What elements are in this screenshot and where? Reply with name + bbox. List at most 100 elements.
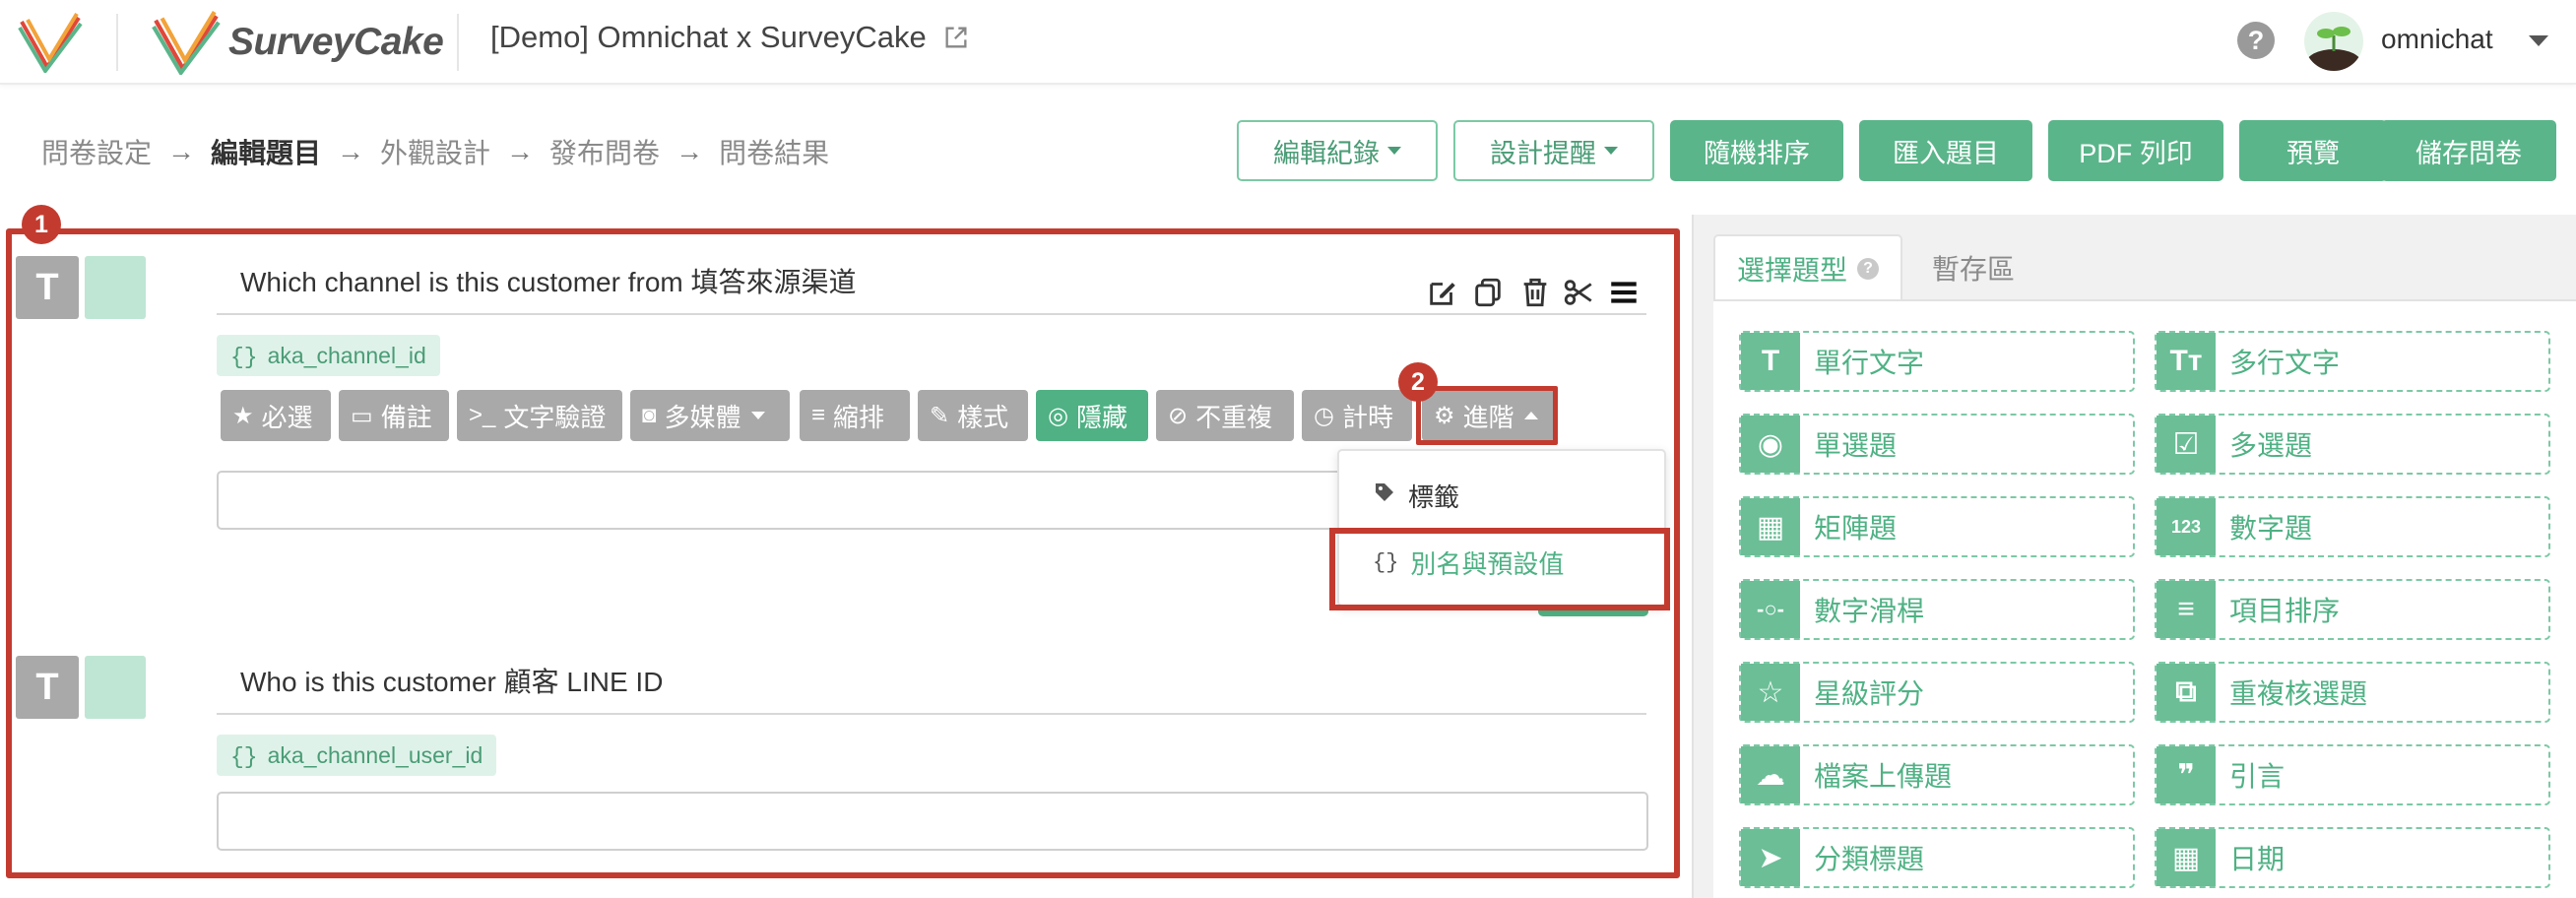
avatar[interactable]	[2304, 12, 2363, 71]
save-survey-button[interactable]: 儲存問卷	[2381, 120, 2556, 181]
validation-toggle[interactable]: >_ 文字驗證	[457, 390, 622, 441]
help-icon[interactable]: ?	[1857, 258, 1879, 280]
menu-item-tag[interactable]: 標籤	[1339, 463, 1664, 528]
type-multiple-choice[interactable]: ☑ 多選題	[2155, 414, 2550, 475]
clock-icon: ◷	[1314, 402, 1334, 429]
type-label: 矩陣題	[1814, 513, 1898, 544]
random-order-button[interactable]: 隨機排序	[1670, 120, 1843, 181]
type-file-upload[interactable]: ☁ 檔案上傳題	[1739, 744, 2135, 805]
type-section-title[interactable]: ➤ 分類標題	[1739, 827, 2135, 888]
step-publish[interactable]: 發布問卷	[549, 132, 660, 171]
menu-icon[interactable]	[1607, 276, 1641, 309]
type-label: 檔案上傳題	[1814, 761, 1953, 792]
question-title[interactable]: Who is this customer 顧客 LINE ID	[217, 658, 1646, 715]
sitemap-icon: ⧉	[2157, 664, 2216, 721]
question-title-text: Who is this customer 顧客 LINE ID	[240, 667, 664, 697]
type-label: 星級評分	[1814, 678, 1925, 709]
tab-storage[interactable]: 暫存區	[1910, 234, 2036, 301]
question-number-box[interactable]	[85, 256, 146, 319]
media-dropdown[interactable]: ◙ 多媒體	[630, 390, 790, 441]
type-ranking[interactable]: ≡ 項目排序	[2155, 579, 2550, 640]
type-label: 多行文字	[2229, 348, 2341, 378]
chevron-tag-icon: ➤	[1741, 829, 1800, 886]
hide-toggle[interactable]: ◎ 隱藏	[1036, 390, 1148, 441]
caret-down-icon	[1604, 147, 1618, 155]
menu-item-tag-label: 標籤	[1408, 481, 1460, 512]
no-repeat-toggle[interactable]: ⊘ 不重複	[1156, 390, 1294, 441]
checkbox-icon: ☑	[2157, 416, 2216, 473]
alias-tag[interactable]: {} aka_channel_user_id	[217, 735, 497, 776]
import-questions-button[interactable]: 匯入題目	[1859, 120, 2032, 181]
answer-input[interactable]	[217, 792, 1648, 851]
brush-icon: ✎	[930, 402, 950, 429]
style-toggle[interactable]: ✎ 樣式	[918, 390, 1028, 441]
trash-icon[interactable]	[1518, 276, 1552, 309]
note-label: 備註	[380, 402, 432, 432]
number-icon: 123	[2157, 498, 2216, 555]
help-icon[interactable]: ?	[2237, 22, 2275, 59]
question-type-text-icon[interactable]: T	[16, 656, 79, 719]
edit-log-button[interactable]: 編輯紀錄	[1237, 120, 1438, 181]
pdf-print-button[interactable]: PDF 列印	[2048, 120, 2223, 181]
type-label: 數字題	[2229, 513, 2313, 544]
external-link-icon[interactable]	[942, 24, 970, 51]
type-single-choice[interactable]: ◉ 單選題	[1739, 414, 2135, 475]
header-divider	[116, 14, 118, 71]
step-design[interactable]: 外觀設計	[380, 132, 490, 171]
copy-icon[interactable]	[1471, 276, 1505, 309]
calendar-icon: ▦	[2157, 829, 2216, 886]
type-matrix[interactable]: ▦ 矩陣題	[1739, 496, 2135, 557]
timer-label: 計時	[1341, 402, 1393, 432]
design-tips-label: 設計提醒	[1490, 138, 1596, 168]
design-tips-button[interactable]: 設計提醒	[1453, 120, 1654, 181]
tab-question-types[interactable]: 選擇題型?	[1713, 234, 1902, 301]
brand-name: SurveyCake	[228, 21, 444, 63]
edit-icon[interactable]	[1426, 276, 1459, 309]
annotation-badge-2: 2	[1398, 362, 1438, 402]
header-divider	[457, 14, 459, 71]
question-type-text-icon[interactable]: T	[16, 256, 79, 319]
validation-label: 文字驗證	[503, 402, 607, 432]
alias-tag[interactable]: {} aka_channel_id	[217, 335, 440, 376]
type-date[interactable]: ▦ 日期	[2155, 827, 2550, 888]
tab-storage-label: 暫存區	[1932, 254, 2016, 285]
type-single-line-text[interactable]: T 單行文字	[1739, 331, 2135, 392]
eye-slash-icon: ◎	[1048, 402, 1068, 429]
type-multi-line-text[interactable]: Tт 多行文字	[2155, 331, 2550, 392]
type-number[interactable]: 123 數字題	[2155, 496, 2550, 557]
indent-label: 縮排	[833, 402, 885, 432]
star-icon: ★	[232, 402, 254, 429]
alias-tag-text: aka_channel_user_id	[267, 742, 483, 768]
slider-icon: -○-	[1741, 581, 1800, 638]
preview-button[interactable]: 預覽	[2239, 120, 2387, 181]
required-toggle[interactable]: ★ 必選	[221, 390, 331, 441]
caret-down-icon	[1387, 147, 1401, 155]
timer-toggle[interactable]: ◷ 計時	[1302, 390, 1412, 441]
step-breadcrumb: 問卷設定 → 編輯題目 → 外觀設計 → 發布問卷 → 問卷結果	[41, 132, 829, 171]
indent-toggle[interactable]: ≡ 縮排	[800, 390, 910, 441]
type-quote[interactable]: ❞ 引言	[2155, 744, 2550, 805]
step-edit-questions[interactable]: 編輯題目	[211, 132, 321, 171]
comment-icon: ▭	[351, 402, 373, 429]
brand[interactable]: SurveyCake	[150, 8, 444, 77]
chevron-down-icon[interactable]	[2529, 35, 2548, 46]
alias-tag-text: aka_channel_id	[267, 343, 426, 368]
type-label: 分類標題	[1814, 844, 1925, 874]
question-number-box[interactable]	[85, 656, 146, 719]
type-label: 單行文字	[1814, 348, 1925, 378]
terminal-icon: >_	[469, 402, 496, 428]
step-results[interactable]: 問卷結果	[719, 132, 829, 171]
username[interactable]: omnichat	[2381, 24, 2493, 55]
scissors-icon[interactable]	[1562, 276, 1595, 309]
surveycake-logo-icon[interactable]	[18, 12, 83, 73]
type-number-slider[interactable]: -○- 數字滑桿	[1739, 579, 2135, 640]
required-label: 必選	[261, 402, 313, 432]
braces-icon: {}	[230, 744, 258, 770]
annotation-box-advanced	[1416, 386, 1558, 445]
type-label: 多選題	[2229, 430, 2313, 461]
note-toggle[interactable]: ▭ 備註	[339, 390, 449, 441]
star-icon: ☆	[1741, 664, 1800, 721]
type-star-rating[interactable]: ☆ 星級評分	[1739, 662, 2135, 723]
type-repeat-check[interactable]: ⧉ 重複核選題	[2155, 662, 2550, 723]
step-settings[interactable]: 問卷設定	[41, 132, 152, 171]
